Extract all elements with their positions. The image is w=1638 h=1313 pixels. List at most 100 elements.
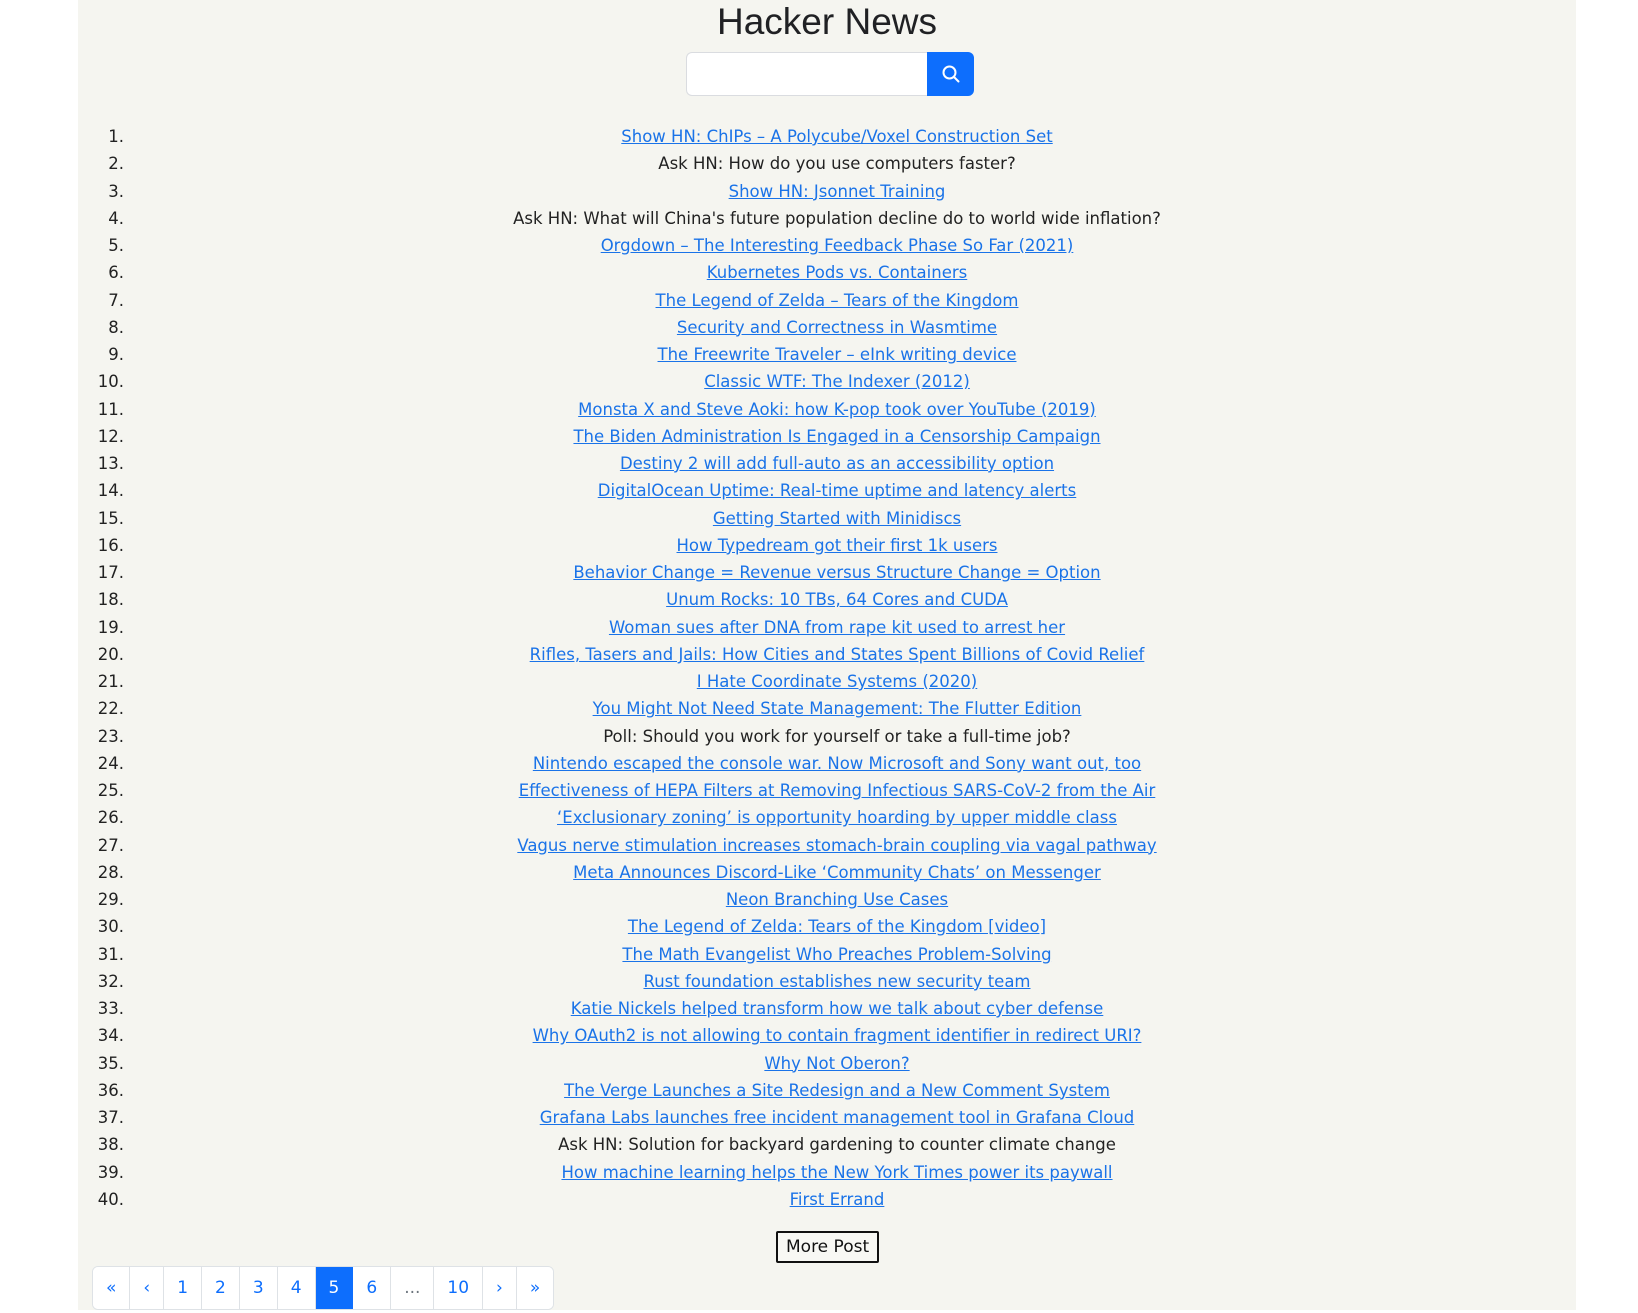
- search-button[interactable]: [927, 52, 974, 96]
- page-last[interactable]: »: [516, 1267, 554, 1309]
- story-link[interactable]: Rifles, Tasers and Jails: How Cities and…: [530, 645, 1145, 664]
- page-next[interactable]: ›: [483, 1267, 517, 1309]
- story-item: 4. Ask HN: What will China's future popul…: [78, 205, 1576, 232]
- story-rank: 16.: [97, 535, 124, 555]
- story-title-wrap: The Math Evangelist Who Preaches Problem…: [138, 941, 1536, 968]
- page-prev[interactable]: ‹: [130, 1267, 165, 1309]
- page-5[interactable]: 5: [315, 1267, 354, 1309]
- story-rank: 26.: [97, 808, 124, 828]
- story-link[interactable]: Rust foundation establishes new security…: [643, 972, 1030, 991]
- story-rank: 4.: [108, 208, 124, 228]
- story-link[interactable]: The Legend of Zelda – Tears of the Kingd…: [656, 291, 1019, 310]
- story-link[interactable]: Behavior Change = Revenue versus Structu…: [573, 563, 1100, 582]
- story-title-wrap: Woman sues after DNA from rape kit used …: [138, 614, 1536, 641]
- story-item: 36. The Verge Launches a Site Redesign an…: [78, 1077, 1576, 1104]
- story-link[interactable]: Neon Branching Use Cases: [726, 890, 948, 909]
- story-link[interactable]: You Might Not Need State Management: The…: [593, 699, 1082, 718]
- story-title-wrap: Nintendo escaped the console war. Now Mi…: [138, 750, 1536, 777]
- story-item: 29. Neon Branching Use Cases: [78, 886, 1576, 913]
- story-link[interactable]: Classic WTF: The Indexer (2012): [704, 372, 970, 391]
- story-rank: 34.: [97, 1026, 124, 1046]
- story-link[interactable]: How Typedream got their first 1k users: [677, 536, 998, 555]
- story-item: 1. Show HN: ChIPs – A Polycube/Voxel Cons…: [78, 123, 1576, 150]
- story-title-wrap: I Hate Coordinate Systems (2020): [138, 668, 1536, 695]
- story-item: 9. The Freewrite Traveler – eInk writing …: [78, 341, 1576, 368]
- story-title-wrap: Grafana Labs launches free incident mana…: [138, 1104, 1536, 1131]
- story-link[interactable]: The Biden Administration Is Engaged in a…: [573, 427, 1100, 446]
- page-first[interactable]: «: [93, 1267, 131, 1309]
- story-title-wrap: Why Not Oberon?: [138, 1050, 1536, 1077]
- story-item: 26. ‘Exclusionary zoning’ is opportunity …: [78, 804, 1576, 831]
- story-link[interactable]: Why OAuth2 is not allowing to contain fr…: [533, 1026, 1142, 1045]
- story-rank: 31.: [97, 944, 124, 964]
- story-title-wrap: Unum Rocks: 10 TBs, 64 Cores and CUDA: [138, 586, 1536, 613]
- story-link[interactable]: Meta Announces Discord-Like ‘Community C…: [573, 863, 1101, 882]
- story-title-wrap: Destiny 2 will add full-auto as an acces…: [138, 450, 1536, 477]
- story-item: 25. Effectiveness of HEPA Filters at Remo…: [78, 777, 1576, 804]
- story-link[interactable]: Monsta X and Steve Aoki: how K-pop took …: [578, 400, 1096, 419]
- story-link[interactable]: How machine learning helps the New York …: [561, 1163, 1112, 1182]
- story-link[interactable]: Unum Rocks: 10 TBs, 64 Cores and CUDA: [666, 590, 1008, 609]
- search-input[interactable]: [686, 52, 927, 96]
- page-4[interactable]: 4: [277, 1267, 316, 1309]
- story-link[interactable]: Show HN: ChIPs – A Polycube/Voxel Constr…: [621, 127, 1052, 146]
- search-icon: [942, 65, 959, 83]
- story-link[interactable]: I Hate Coordinate Systems (2020): [697, 672, 977, 691]
- story-item: 31. The Math Evangelist Who Preaches Prob…: [78, 941, 1576, 968]
- story-link[interactable]: Nintendo escaped the console war. Now Mi…: [533, 754, 1141, 773]
- story-link[interactable]: Grafana Labs launches free incident mana…: [540, 1108, 1135, 1127]
- story-title-wrap: Getting Started with Minidiscs: [138, 505, 1536, 532]
- page-ellipsis[interactable]: ...: [391, 1267, 435, 1309]
- story-link[interactable]: The Math Evangelist Who Preaches Problem…: [622, 945, 1051, 964]
- story-rank: 35.: [97, 1053, 124, 1073]
- story-title-wrap: First Errand: [138, 1186, 1536, 1213]
- more-post-button[interactable]: More Post: [776, 1231, 880, 1263]
- story-title-wrap: Ask HN: What will China's future populat…: [138, 205, 1536, 232]
- story-rank: 36.: [97, 1080, 124, 1100]
- story-rank: 11.: [97, 399, 124, 419]
- story-item: 32. Rust foundation establishes new secur…: [78, 968, 1576, 995]
- story-item: 15. Getting Started with Minidiscs: [78, 505, 1576, 532]
- story-title-wrap: The Biden Administration Is Engaged in a…: [138, 423, 1536, 450]
- search-bar: [686, 52, 974, 96]
- story-link[interactable]: The Freewrite Traveler – eInk writing de…: [658, 345, 1017, 364]
- story-link[interactable]: Orgdown – The Interesting Feedback Phase…: [601, 236, 1074, 255]
- story-link[interactable]: Effectiveness of HEPA Filters at Removin…: [519, 781, 1156, 800]
- story-link[interactable]: ‘Exclusionary zoning’ is opportunity hoa…: [557, 808, 1117, 827]
- story-link[interactable]: First Errand: [790, 1190, 885, 1209]
- story-title-wrap: Effectiveness of HEPA Filters at Removin…: [138, 777, 1536, 804]
- page-1[interactable]: 1: [164, 1267, 203, 1309]
- story-link[interactable]: Show HN: Jsonnet Training: [729, 182, 946, 201]
- page-2[interactable]: 2: [202, 1267, 240, 1309]
- story-title-wrap: Kubernetes Pods vs. Containers: [138, 259, 1536, 286]
- story-rank: 29.: [97, 890, 124, 909]
- story-link[interactable]: The Verge Launches a Site Redesign and a…: [564, 1081, 1110, 1100]
- story-item: 18. Unum Rocks: 10 TBs, 64 Cores and CUDA: [78, 586, 1576, 613]
- page-3[interactable]: 3: [239, 1267, 278, 1309]
- story-rank: 24.: [97, 753, 124, 773]
- story-title-wrap: Ask HN: Solution for backyard gardening …: [138, 1131, 1536, 1158]
- story-rank: 8.: [108, 317, 124, 337]
- story-item: 6. Kubernetes Pods vs. Containers: [78, 259, 1576, 286]
- story-link[interactable]: Vagus nerve stimulation increases stomac…: [517, 836, 1156, 855]
- page-6[interactable]: 6: [353, 1267, 392, 1309]
- story-link[interactable]: DigitalOcean Uptime: Real-time uptime an…: [598, 481, 1077, 500]
- story-link[interactable]: Woman sues after DNA from rape kit used …: [609, 618, 1065, 637]
- story-title-wrap: DigitalOcean Uptime: Real-time uptime an…: [138, 477, 1536, 504]
- story-link[interactable]: Security and Correctness in Wasmtime: [677, 318, 997, 337]
- story-rank: 37.: [97, 1108, 124, 1127]
- story-item: 7. The Legend of Zelda – Tears of the Kin…: [78, 287, 1576, 314]
- story-link[interactable]: Destiny 2 will add full-auto as an acces…: [620, 454, 1054, 473]
- page-10[interactable]: 10: [434, 1267, 484, 1309]
- story-title-wrap: Security and Correctness in Wasmtime: [138, 314, 1536, 341]
- story-rank: 12.: [97, 426, 124, 446]
- story-link[interactable]: Katie Nickels helped transform how we ta…: [571, 999, 1104, 1018]
- main-panel: Hacker News 1. Show HN: ChIPs – A Polycub…: [78, 0, 1576, 1310]
- story-title-wrap: The Freewrite Traveler – eInk writing de…: [138, 341, 1536, 368]
- story-link[interactable]: Why Not Oberon?: [764, 1054, 909, 1073]
- story-text: Ask HN: How do you use computers faster?: [658, 154, 1016, 174]
- story-link[interactable]: Kubernetes Pods vs. Containers: [707, 263, 968, 282]
- story-link[interactable]: The Legend of Zelda: Tears of the Kingdo…: [628, 917, 1046, 936]
- story-link[interactable]: Getting Started with Minidiscs: [713, 509, 961, 528]
- story-list: 1. Show HN: ChIPs – A Polycube/Voxel Cons…: [78, 123, 1576, 1213]
